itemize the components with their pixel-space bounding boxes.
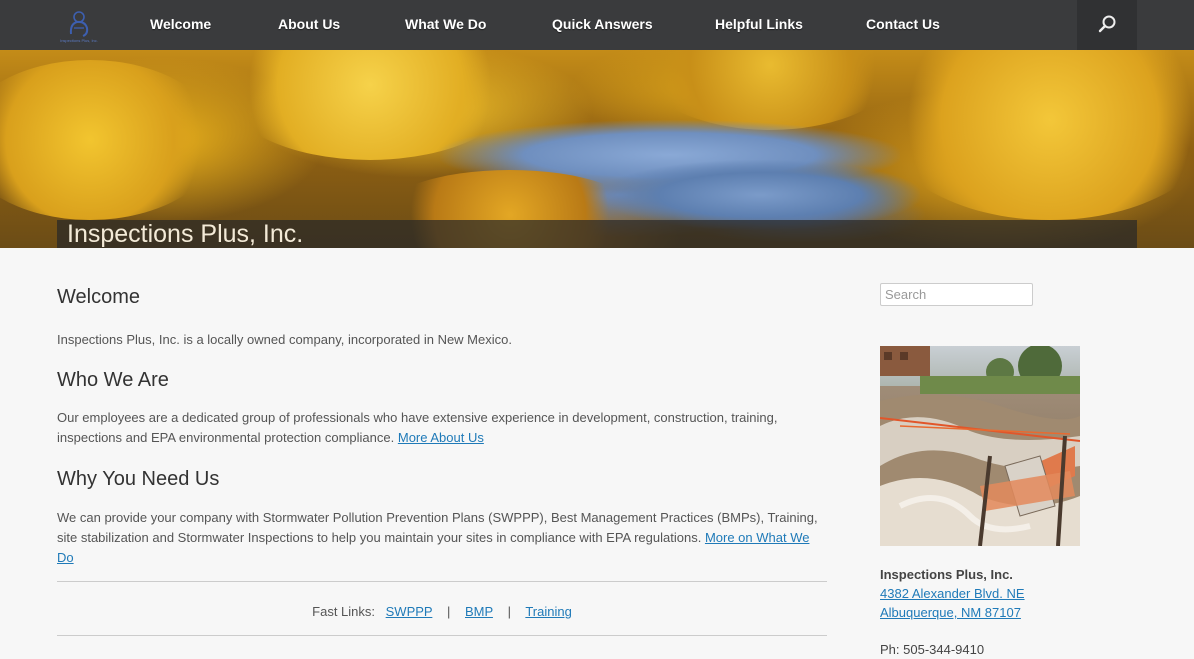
- sidebar-search-input[interactable]: [880, 283, 1033, 306]
- stormwater-site-photo: [880, 346, 1080, 546]
- why-you-need-us-body: We can provide your company with Stormwa…: [57, 510, 818, 545]
- nav-item-quick-answers[interactable]: Quick Answers: [552, 0, 653, 50]
- fast-links-label: Fast Links:: [312, 604, 376, 619]
- divider: [57, 581, 827, 582]
- search-icon: [1098, 15, 1116, 33]
- company-logo[interactable]: Inspections Plus, Inc.: [57, 4, 101, 44]
- divider: [57, 635, 827, 636]
- sidebar-address-line2-link[interactable]: Albuquerque, NM 87107: [880, 603, 1021, 622]
- fast-link-training[interactable]: Training: [525, 604, 571, 619]
- welcome-heading: Welcome: [57, 286, 140, 308]
- nav-search-button[interactable]: [1077, 0, 1137, 50]
- hero-title: Inspections Plus, Inc.: [67, 220, 304, 248]
- sidebar-address-line1-link[interactable]: 4382 Alexander Blvd. NE: [880, 584, 1025, 603]
- welcome-text: Inspections Plus, Inc. is a locally owne…: [57, 332, 512, 347]
- sidebar-company-name: Inspections Plus, Inc.: [880, 567, 1013, 582]
- more-about-us-link[interactable]: More About Us: [398, 430, 484, 445]
- who-we-are-text: Our employees are a dedicated group of p…: [57, 408, 827, 448]
- sidebar-phone: Ph: 505-344-9410: [880, 642, 985, 657]
- fast-link-swppp[interactable]: SWPPP: [386, 604, 433, 619]
- fast-links-separator: |: [507, 604, 511, 619]
- nav-item-contact-us[interactable]: Contact Us: [866, 0, 940, 50]
- nav-item-helpful-links[interactable]: Helpful Links: [715, 0, 803, 50]
- nav-item-what-we-do[interactable]: What We Do: [405, 0, 486, 50]
- fast-links: Fast Links: SWPPP | BMP | Training: [57, 602, 827, 622]
- fast-links-separator: |: [446, 604, 451, 619]
- why-you-need-us-heading: Why You Need Us: [57, 468, 220, 490]
- why-you-need-us-text: We can provide your company with Stormwa…: [57, 508, 827, 568]
- nav-item-welcome[interactable]: Welcome: [150, 0, 211, 50]
- who-we-are-heading: Who We Are: [57, 369, 169, 391]
- svg-text:Inspections Plus, Inc.: Inspections Plus, Inc.: [60, 38, 98, 43]
- top-navigation: Inspections Plus, Inc. Welcome About Us …: [0, 0, 1194, 50]
- nav-item-about-us[interactable]: About Us: [278, 0, 340, 50]
- fast-link-bmp[interactable]: BMP: [465, 604, 493, 619]
